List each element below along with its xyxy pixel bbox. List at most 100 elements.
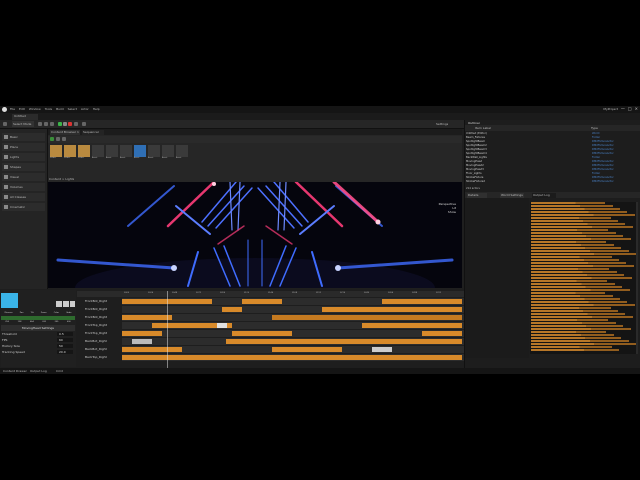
sequencer-clip[interactable] (272, 315, 462, 320)
menu-build[interactable]: Build (56, 107, 64, 111)
track-lane[interactable] (122, 314, 464, 321)
blueprint-icon[interactable] (44, 122, 48, 126)
level-viewport[interactable]: Perspective Lit Show (48, 182, 462, 288)
asset-folder[interactable]: Folder (50, 145, 62, 163)
sequencer-clip[interactable] (122, 331, 162, 336)
settings-button[interactable]: Settings (436, 122, 448, 126)
sequencer-clip[interactable] (362, 323, 462, 328)
setting-value-input[interactable]: 0.5 (57, 332, 73, 336)
sequencer-clip[interactable] (242, 299, 282, 304)
tab-content-browser[interactable]: Content Browser 1 (50, 130, 80, 135)
setting-value-input[interactable]: 20.0 (57, 350, 73, 354)
track-label[interactable]: FrontBot_Right (85, 306, 122, 312)
track-lane[interactable] (122, 330, 464, 337)
track-lane[interactable] (122, 346, 464, 353)
asset-item[interactable]: Asset (148, 145, 160, 163)
track-label[interactable]: FrontBot_Right (85, 298, 122, 304)
asset-folder[interactable]: Folder (64, 145, 76, 163)
menu-window[interactable]: Window (29, 107, 41, 111)
asset-item[interactable]: Asset (120, 145, 132, 163)
menu-help[interactable]: Help (93, 107, 100, 111)
sequencer-clip[interactable] (372, 347, 392, 352)
asset-item[interactable]: Asset (106, 145, 118, 163)
import-icon[interactable] (56, 137, 60, 141)
place-category-basic[interactable]: Basic (2, 133, 45, 141)
output-log-button[interactable]: Output Log (30, 369, 47, 373)
place-category-shapes[interactable]: Shapes (2, 163, 45, 171)
dmx-cell[interactable] (70, 301, 75, 307)
maximize-button[interactable]: □ (628, 107, 632, 111)
add-new-icon[interactable] (50, 137, 54, 141)
column-type[interactable]: Type (591, 126, 598, 130)
track-lane[interactable] (122, 298, 464, 305)
menu-actor[interactable]: Actor (81, 107, 89, 111)
track-label[interactable]: FrontTop_Right (85, 330, 122, 336)
minimize-button[interactable]: — (621, 107, 625, 111)
place-category-all-classes[interactable]: All Classes (2, 193, 45, 201)
content-drawer-button[interactable]: Content Drawer (3, 369, 27, 373)
sequencer-clip[interactable] (222, 307, 242, 312)
sequencer-clip[interactable] (122, 347, 182, 352)
sequencer-clip[interactable] (122, 355, 462, 360)
outliner-row[interactable]: StrobeFixture2 DMXFixtureActor (466, 180, 638, 184)
track-label[interactable]: BackBot_Right (85, 338, 122, 344)
sequencer-clip[interactable] (232, 331, 292, 336)
track-lane[interactable] (122, 306, 464, 313)
tab-output-log[interactable]: Output Log (532, 193, 556, 198)
setting-value-input[interactable]: 60 (57, 338, 73, 342)
app-logo-icon[interactable] (2, 107, 7, 112)
track-label[interactable]: FrontBot_Right (85, 314, 122, 320)
menu-edit[interactable]: Edit (19, 107, 25, 111)
place-category-volumes[interactable]: Volumes (2, 183, 45, 191)
asset-item[interactable]: Asset (92, 145, 104, 163)
menu-file[interactable]: File (10, 107, 15, 111)
asset-item[interactable]: Asset (176, 145, 188, 163)
menu-bar: File Edit Window Tools Build Select Acto… (10, 107, 100, 111)
add-icon[interactable] (38, 122, 42, 126)
track-lane[interactable] (122, 338, 464, 345)
play-options-icon[interactable] (74, 122, 78, 126)
pause-icon[interactable] (63, 122, 67, 126)
track-lane[interactable] (122, 322, 464, 329)
mode-selector-button[interactable]: Select Mode (12, 121, 34, 127)
menu-tools[interactable]: Tools (45, 107, 52, 111)
place-category-visual[interactable]: Visual (2, 173, 45, 181)
cinematic-icon[interactable] (50, 122, 54, 126)
sequencer-clip[interactable] (422, 331, 462, 336)
sequencer-clip[interactable] (272, 347, 342, 352)
cmd-input[interactable]: Cmd (56, 369, 63, 373)
dmx-cell[interactable] (56, 301, 62, 307)
menu-select[interactable]: Select (68, 107, 77, 111)
playhead[interactable] (167, 291, 168, 368)
sequencer-clip[interactable] (217, 323, 227, 328)
place-category-cinematic[interactable]: Cinematic (2, 203, 45, 211)
asset-thumbnail (92, 145, 104, 157)
save-icon[interactable] (3, 122, 7, 126)
save-all-icon[interactable] (62, 137, 66, 141)
color-swatch[interactable] (1, 293, 18, 308)
asset-item[interactable]: Asset (134, 145, 146, 163)
close-button[interactable]: × (635, 107, 638, 111)
column-item-label[interactable]: Item Label (475, 126, 491, 130)
log-scrollbar[interactable] (636, 202, 638, 354)
sequencer-clip[interactable] (122, 315, 172, 320)
output-log[interactable] (530, 202, 636, 354)
sequencer-clip[interactable] (382, 299, 462, 304)
tab-sequencer[interactable]: Sequencer (82, 130, 104, 135)
track-label[interactable]: FrontTop_Right (85, 322, 122, 328)
sequencer-clip[interactable] (132, 339, 152, 344)
dmx-cell[interactable] (63, 301, 69, 307)
place-category-lights[interactable]: Lights (2, 153, 45, 161)
track-lane[interactable] (122, 354, 464, 361)
setting-value-input[interactable]: 50 (57, 344, 73, 348)
sequencer-clip[interactable] (226, 339, 462, 344)
track-label[interactable]: BackTop_Right (85, 354, 122, 360)
platforms-icon[interactable] (82, 122, 86, 126)
sequencer-clip[interactable] (322, 307, 462, 312)
stop-icon[interactable] (68, 122, 72, 126)
asset-folder[interactable]: Folder (78, 145, 90, 163)
place-category-place[interactable]: Place (2, 143, 45, 151)
track-label[interactable]: BackBot_Right (85, 346, 122, 352)
play-icon[interactable] (58, 122, 62, 126)
asset-item[interactable]: Asset (162, 145, 174, 163)
